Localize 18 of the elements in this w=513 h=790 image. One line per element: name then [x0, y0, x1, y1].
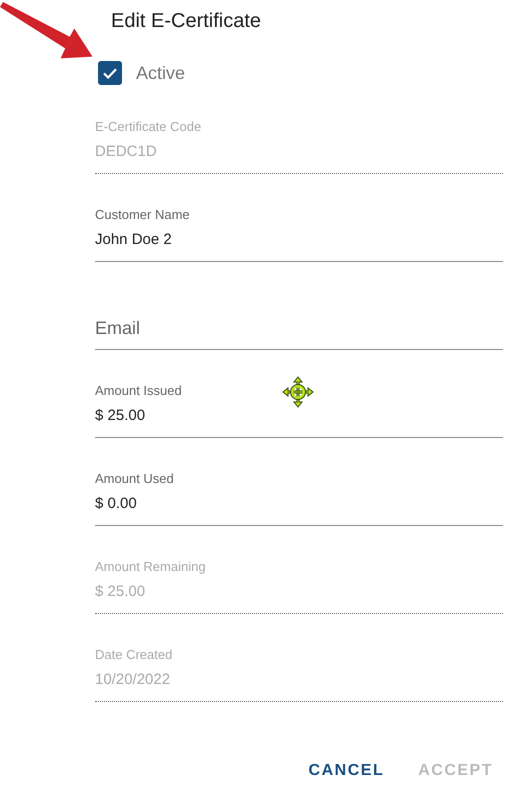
input-field[interactable]: $ 0.00 [95, 494, 503, 526]
input-field[interactable]: John Doe 2 [95, 230, 503, 262]
field-label: Amount Issued [95, 384, 183, 398]
input-field: 10/20/2022 [95, 670, 503, 702]
field-label: Amount Used [95, 472, 175, 486]
field-label: Amount Remaining [95, 560, 207, 574]
input-field: $ 25.00 [95, 582, 503, 614]
checkbox-label: Active [136, 62, 186, 84]
field-label: Customer Name [95, 208, 191, 222]
input-field: DEDC1D [95, 142, 503, 174]
field-label: Date Created [95, 648, 174, 662]
dialog-button[interactable]: CANCEL [298, 754, 394, 788]
checkbox[interactable] [98, 61, 122, 85]
input-field[interactable]: Email [95, 318, 503, 350]
dialog-title: Edit E-Certificate [110, 9, 262, 34]
move-cursor-icon [282, 376, 314, 408]
input-field[interactable]: $ 25.00 [95, 406, 503, 438]
field-label: E-Certificate Code [95, 120, 202, 134]
